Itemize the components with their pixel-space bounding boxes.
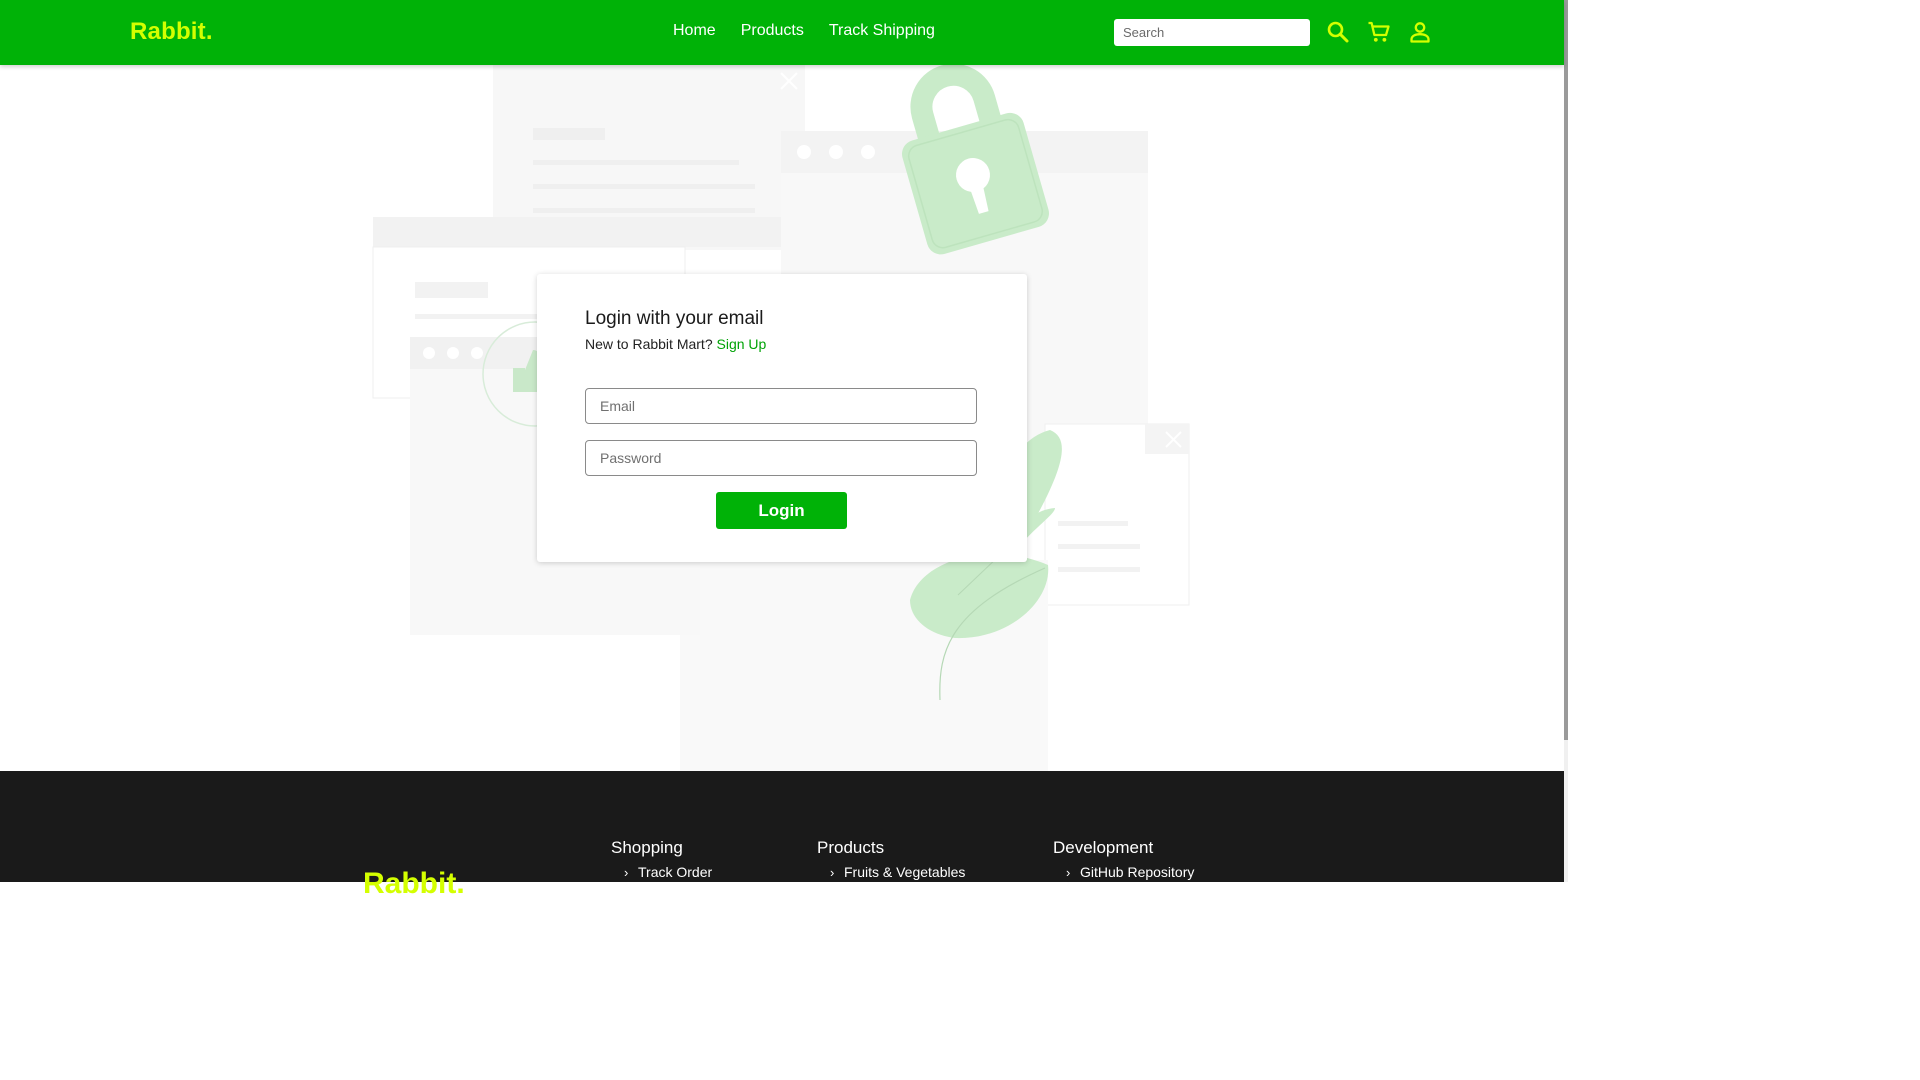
footer-column-shopping: Shopping › Track Order xyxy=(611,838,712,880)
footer-link-label: Track Order xyxy=(638,864,713,880)
nav-link-products[interactable]: Products xyxy=(741,22,804,40)
nav-link-track-shipping[interactable]: Track Shipping xyxy=(829,22,935,40)
footer-column-products: Products › Fruits & Vegetables xyxy=(817,838,965,880)
footer-link-github-repository[interactable]: › GitHub Repository xyxy=(1066,864,1194,880)
password-field[interactable] xyxy=(585,440,977,476)
signup-link[interactable]: Sign Up xyxy=(717,336,767,352)
login-card: Login with your email New to Rabbit Mart… xyxy=(537,274,1027,562)
footer-column-development: Development › GitHub Repository xyxy=(1053,838,1194,880)
footer-link-label: Fruits & Vegetables xyxy=(844,864,966,880)
footer-heading: Products xyxy=(817,838,885,857)
search-input[interactable] xyxy=(1114,19,1310,46)
brand-logo[interactable]: Rabbit. xyxy=(130,18,213,46)
signup-prompt: New to Rabbit Mart? Sign Up xyxy=(585,336,766,352)
nav-link-home[interactable]: Home xyxy=(673,22,716,40)
login-button[interactable]: Login xyxy=(716,492,847,529)
nav-links: Home Products Track Shipping xyxy=(673,22,960,40)
login-title: Login with your email xyxy=(585,308,764,329)
user-icon[interactable] xyxy=(1408,20,1432,44)
footer-link-fruits-vegetables[interactable]: › Fruits & Vegetables xyxy=(830,864,965,880)
footer-link-track-order[interactable]: › Track Order xyxy=(624,864,712,880)
chevron-right-icon: › xyxy=(1066,864,1071,880)
email-field[interactable] xyxy=(585,388,977,424)
scrollbar-thumb[interactable] xyxy=(1564,0,1568,740)
footer-heading: Shopping xyxy=(611,838,683,857)
footer-brand-logo: Rabbit. xyxy=(363,867,465,900)
chevron-right-icon: › xyxy=(624,864,629,880)
scrollbar-track[interactable] xyxy=(1564,0,1568,882)
footer-link-label: GitHub Repository xyxy=(1080,864,1195,880)
signup-prompt-text: New to Rabbit Mart? xyxy=(585,336,713,352)
footer-heading: Development xyxy=(1053,838,1154,857)
chevron-right-icon: › xyxy=(830,864,835,880)
navbar: Rabbit. Home Products Track Shipping xyxy=(0,0,1564,65)
cart-icon[interactable] xyxy=(1367,20,1391,44)
search-icon[interactable] xyxy=(1326,20,1350,44)
footer: Rabbit. Shopping › Track Order Products … xyxy=(0,771,1564,900)
